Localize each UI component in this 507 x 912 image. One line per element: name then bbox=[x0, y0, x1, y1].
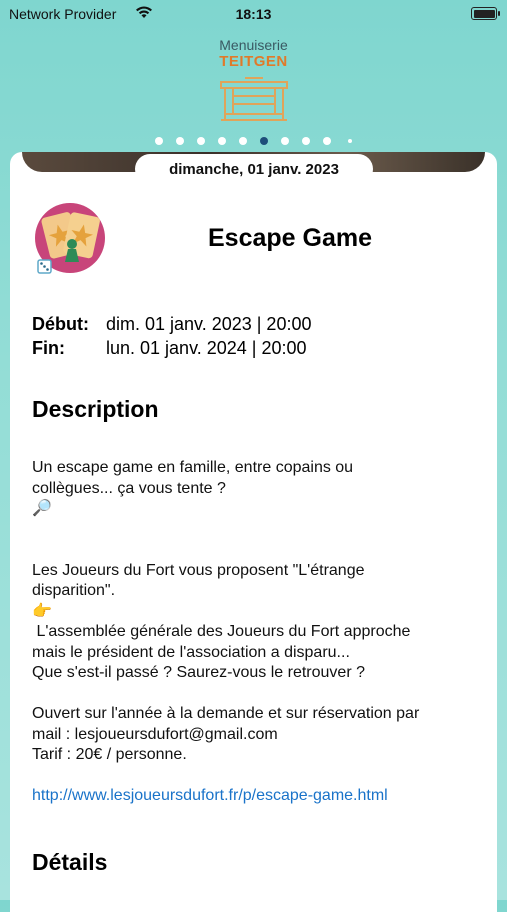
board-game-icon bbox=[35, 203, 105, 274]
carousel-dot[interactable] bbox=[281, 137, 289, 145]
carousel-dot[interactable] bbox=[323, 137, 331, 145]
description-line: Ouvert sur l'année à la demande et sur r… bbox=[32, 705, 420, 722]
carousel-dot-active[interactable] bbox=[260, 137, 268, 145]
logo-name-text: TEITGEN bbox=[219, 53, 288, 70]
event-card: dimanche, 01 janv. 2023 Escape Game Débu… bbox=[10, 152, 497, 912]
carousel-dot[interactable] bbox=[302, 137, 310, 145]
carousel-dot[interactable] bbox=[239, 137, 247, 145]
end-value: lun. 01 janv. 2024 | 20:00 bbox=[106, 338, 307, 358]
start-value: dim. 01 janv. 2023 | 20:00 bbox=[106, 314, 312, 334]
carousel-dot[interactable] bbox=[176, 137, 184, 145]
description-body: Un escape game en famille, entre copains… bbox=[32, 458, 477, 807]
event-website-link[interactable]: http://www.lesjoueursdufort.fr/p/escape-… bbox=[32, 786, 477, 807]
clock: 18:13 bbox=[235, 6, 272, 22]
status-bar: Network Provider 18:13 bbox=[0, 0, 507, 30]
description-line: Que s'est-il passé ? Saurez-vous le retr… bbox=[32, 664, 365, 681]
description-line: mais le président de l'association a dis… bbox=[32, 643, 350, 661]
battery-icon bbox=[471, 7, 500, 20]
start-label: Début: bbox=[32, 314, 89, 334]
carousel-dot[interactable] bbox=[197, 137, 205, 145]
pointing-hand-emoji-icon: 👉 bbox=[32, 602, 52, 620]
description-line: Tarif : 20€ / personne. bbox=[32, 746, 187, 763]
carousel-dot[interactable] bbox=[218, 137, 226, 145]
carousel-dot[interactable] bbox=[155, 137, 163, 145]
description-line: disparition". bbox=[32, 582, 116, 599]
description-line: Les Joueurs du Fort vous proposent "L'ét… bbox=[32, 561, 365, 579]
brand-logo: Menuiserie TEITGEN bbox=[180, 37, 327, 124]
description-line: collègues... ça vous tente ? bbox=[32, 479, 226, 497]
event-title: Escape Game bbox=[208, 224, 372, 252]
end-label: Fin: bbox=[32, 338, 65, 358]
carousel-dot[interactable] bbox=[348, 139, 352, 143]
event-times: Début: dim. 01 janv. 2023 | 20:00 Fin: l… bbox=[32, 312, 311, 360]
description-line: mail : lesjoueursdufort@gmail.com bbox=[32, 725, 278, 743]
description-line: L'assemblée générale des Joueurs du Fort… bbox=[32, 623, 411, 640]
description-heading: Description bbox=[32, 396, 159, 422]
logo-top-text: Menuiserie bbox=[219, 37, 288, 53]
description-line: Un escape game en famille, entre copains… bbox=[32, 459, 354, 476]
details-heading: Détails bbox=[32, 849, 108, 875]
carousel-pagination[interactable] bbox=[0, 137, 507, 147]
workbench-logo-icon bbox=[219, 77, 288, 121]
magnifier-emoji-icon: 🔎 bbox=[32, 500, 52, 517]
event-date: dimanche, 01 janv. 2023 bbox=[135, 154, 373, 184]
